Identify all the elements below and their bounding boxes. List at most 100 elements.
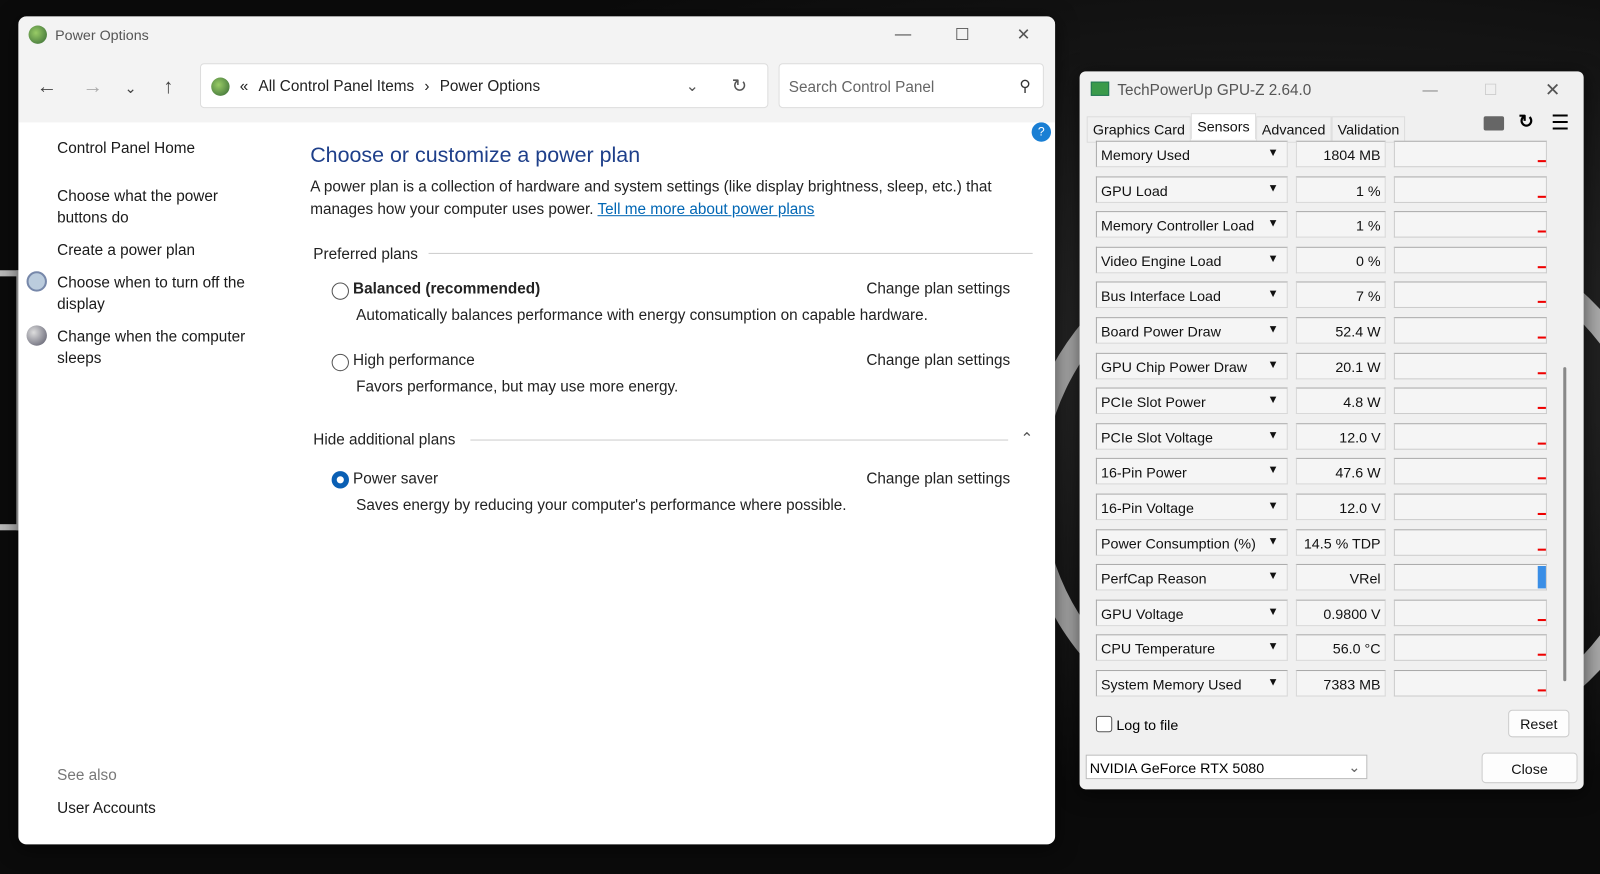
log-to-file-label: Log to file	[1116, 716, 1179, 734]
sensor-graph	[1393, 599, 1547, 626]
balanced-radio[interactable]	[331, 282, 349, 300]
log-to-file-checkbox[interactable]	[1095, 715, 1113, 733]
sensor-name-dropdown[interactable]: PCIe Slot Power ▼	[1095, 387, 1288, 415]
plan-name-balanced: Balanced (recommended)	[353, 280, 541, 298]
address-bar[interactable]: « All Control Panel Items › Power Option…	[199, 63, 769, 109]
close-gpuz-button[interactable]: Close	[1481, 752, 1578, 784]
sensor-name-dropdown[interactable]: Board Power Draw ▼	[1095, 317, 1288, 344]
dropdown-arrow-icon: ▼	[1267, 499, 1279, 512]
gpu-select-dropdown[interactable]: NVIDIA GeForce RTX 5080 ⌄	[1085, 754, 1368, 780]
maximize-button[interactable]: ☐	[933, 16, 992, 53]
dropdown-arrow-icon: ▼	[1267, 287, 1279, 301]
sensor-name-dropdown[interactable]: System Memory Used ▼	[1095, 670, 1288, 697]
sensor-name-dropdown[interactable]: 16-Pin Power ▼	[1095, 458, 1288, 485]
sensor-name-dropdown[interactable]: Memory Controller Load ▼	[1095, 211, 1288, 238]
sensor-value: 12.0 V	[1295, 423, 1386, 450]
graph-spark	[1537, 301, 1546, 304]
minimize-button[interactable]: —	[873, 16, 932, 53]
sensor-name-dropdown[interactable]: Bus Interface Load ▼	[1095, 281, 1288, 309]
sensor-graph	[1393, 246, 1547, 274]
sensor-value: 56.0 °C	[1295, 634, 1386, 662]
refresh-icon[interactable]: ↻	[732, 75, 747, 96]
learn-more-link[interactable]: Tell me more about power plans	[598, 201, 815, 218]
dropdown-arrow-icon: ▼	[1267, 676, 1279, 689]
address-dropdown-icon[interactable]: ⌄	[686, 76, 699, 95]
sensor-graph	[1393, 317, 1547, 344]
sensor-name-dropdown[interactable]: Memory Used ▼	[1095, 140, 1288, 168]
gpuz-title: TechPowerUp GPU-Z 2.64.0	[1117, 81, 1312, 99]
close-button[interactable]: ✕	[994, 16, 1053, 53]
gpuz-maximize-button[interactable]: ☐	[1484, 81, 1498, 99]
graph-spark	[1537, 195, 1546, 198]
sensor-graph	[1393, 528, 1547, 556]
up-arrow-icon[interactable]: ↑	[163, 75, 173, 98]
breadcrumb-overflow[interactable]: «	[240, 77, 249, 94]
sidebar-power-buttons[interactable]: Choose what the power buttons do	[57, 186, 241, 229]
high-performance-radio[interactable]	[331, 353, 349, 372]
sensor-name-dropdown[interactable]: GPU Chip Power Draw ▼	[1095, 352, 1288, 379]
tab-sensors[interactable]: Sensors	[1191, 113, 1256, 140]
sensor-name-dropdown[interactable]: Video Engine Load ▼	[1095, 246, 1288, 274]
back-arrow-icon[interactable]: ←	[37, 75, 57, 98]
user-accounts-link[interactable]: User Accounts	[57, 797, 156, 818]
scrollbar[interactable]	[1563, 367, 1567, 682]
sensor-row: Power Consumption (%) ▼ 14.5 % TDP	[1095, 528, 1547, 556]
sensor-row: GPU Voltage ▼ 0.9800 V	[1095, 599, 1547, 626]
dropdown-arrow-icon: ▼	[1267, 146, 1279, 160]
gpuz-close-button[interactable]: ✕	[1545, 79, 1560, 100]
sensor-name: Power Consumption (%)	[1101, 534, 1256, 552]
sensor-row: GPU Load ▼ 1 %	[1095, 176, 1547, 203]
high-performance-change-settings-link[interactable]: Change plan settings	[866, 352, 1010, 369]
sensor-name-dropdown[interactable]: GPU Load ▼	[1095, 176, 1288, 203]
menu-icon[interactable]: ☰	[1551, 110, 1569, 135]
graph-spark	[1537, 160, 1546, 163]
screenshot-camera-icon[interactable]	[1483, 116, 1505, 131]
forward-arrow-icon[interactable]: →	[83, 75, 103, 98]
sensor-value: 1 %	[1295, 176, 1386, 203]
gpuz-tabs: Graphics Card Sensors Advanced Validatio…	[1086, 113, 1406, 143]
tab-advanced[interactable]: Advanced	[1255, 116, 1332, 143]
reset-button[interactable]: Reset	[1508, 709, 1570, 738]
sensor-name: 16-Pin Power	[1101, 464, 1187, 481]
sensor-value: 14.5 % TDP	[1295, 528, 1386, 556]
sidebar-display-off[interactable]: Choose when to turn off the display	[57, 272, 261, 315]
sensor-graph	[1393, 140, 1547, 168]
help-icon[interactable]: ?	[1031, 122, 1052, 142]
sensor-name: Bus Interface Load	[1101, 287, 1221, 305]
sensor-name-dropdown[interactable]: GPU Voltage ▼	[1095, 599, 1288, 626]
sensor-name-dropdown[interactable]: PerfCap Reason ▼	[1095, 564, 1288, 591]
balanced-change-settings-link[interactable]: Change plan settings	[866, 280, 1010, 297]
plan-desc-balanced: Automatically balances performance with …	[356, 306, 928, 325]
sensor-name-dropdown[interactable]: CPU Temperature ▼	[1095, 634, 1288, 662]
power-saver-change-settings-link[interactable]: Change plan settings	[866, 470, 1010, 487]
sidebar-control-panel-home[interactable]: Control Panel Home	[57, 138, 195, 159]
sidebar-sleep[interactable]: Change when the computer sleeps	[57, 326, 261, 369]
sensor-graph	[1393, 634, 1547, 662]
search-icon[interactable]: ⚲	[1019, 76, 1030, 95]
sensor-value: 7383 MB	[1295, 670, 1386, 697]
sensor-name-dropdown[interactable]: PCIe Slot Voltage ▼	[1095, 423, 1288, 450]
gpuz-minimize-button[interactable]: —	[1422, 81, 1437, 98]
breadcrumb-all-control-panel-items[interactable]: All Control Panel Items	[259, 77, 415, 94]
sensor-value: VRel	[1295, 564, 1386, 591]
sensor-row: CPU Temperature ▼ 56.0 °C	[1095, 634, 1547, 662]
sensor-value: 4.8 W	[1295, 387, 1386, 415]
sensor-graph	[1393, 564, 1547, 591]
recent-chevron-down-icon[interactable]: ⌄	[124, 80, 136, 97]
search-input[interactable]: Search Control Panel ⚲	[778, 63, 1044, 109]
sensor-name-dropdown[interactable]: Power Consumption (%) ▼	[1095, 528, 1288, 556]
sensor-name-dropdown[interactable]: 16-Pin Voltage ▼	[1095, 493, 1288, 521]
sensor-value: 12.0 V	[1295, 493, 1386, 521]
power-saver-radio[interactable]	[331, 471, 349, 489]
sensor-row: System Memory Used ▼ 7383 MB	[1095, 670, 1547, 697]
chevron-up-icon[interactable]: ⌃	[1020, 429, 1033, 447]
breadcrumb-power-options[interactable]: Power Options	[440, 77, 540, 94]
sensor-value: 1 %	[1295, 211, 1386, 238]
tab-validation[interactable]: Validation	[1331, 116, 1406, 143]
tab-graphics-card[interactable]: Graphics Card	[1086, 116, 1192, 143]
sensor-name: GPU Voltage	[1101, 605, 1184, 622]
hide-additional-plans-toggle[interactable]: Hide additional plans	[313, 431, 455, 448]
refresh-icon[interactable]: ↻	[1518, 111, 1533, 132]
sidebar-create-plan[interactable]: Create a power plan	[57, 240, 195, 261]
navigation-bar: ← → ⌄ ↑ « All Control Panel Items › Powe…	[18, 53, 1056, 123]
